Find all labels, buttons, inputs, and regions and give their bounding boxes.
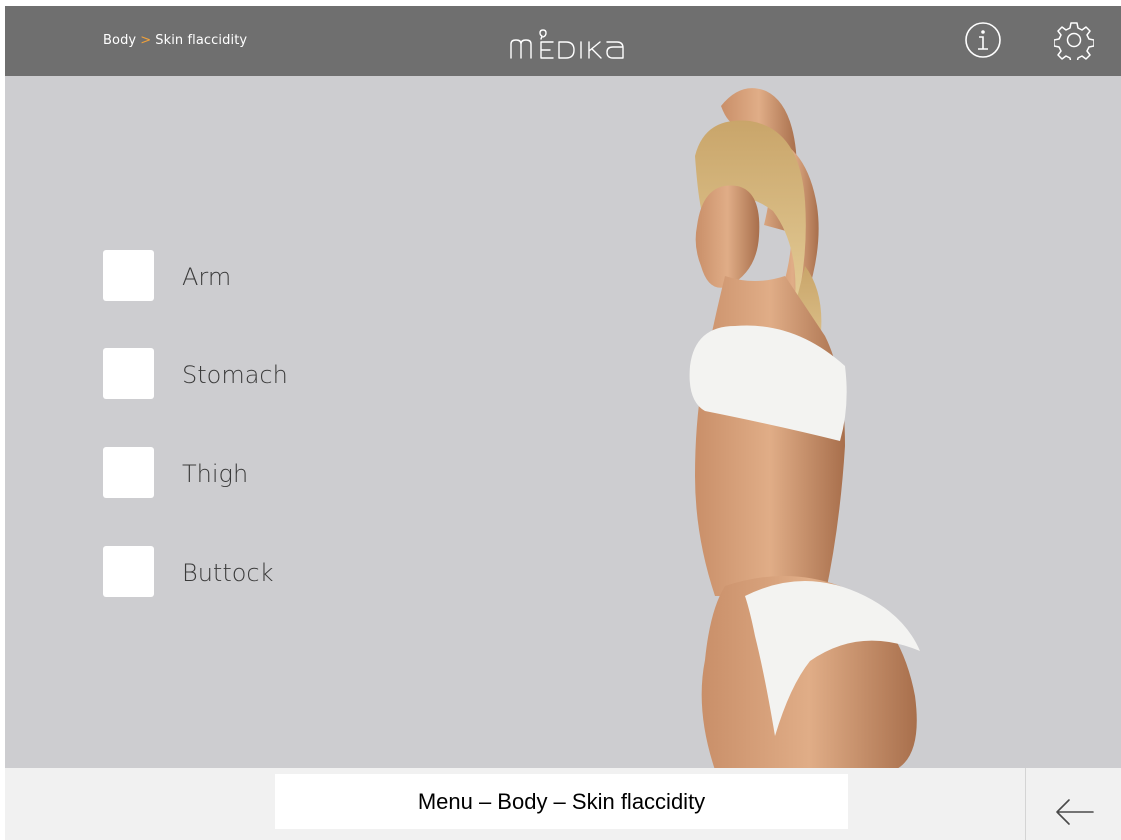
option-thigh[interactable]: Thigh [103, 447, 363, 499]
footer-divider [1025, 768, 1026, 840]
caption-box: Menu – Body – Skin flaccidity [275, 774, 848, 829]
thigh-checkbox[interactable] [103, 447, 154, 498]
body-photo [655, 76, 985, 770]
buttock-label: Buttock [182, 559, 274, 587]
gear-icon [1053, 22, 1095, 64]
app-screen: Body > Skin flaccidity Arm Stomach Thigh… [5, 6, 1121, 840]
breadcrumb-separator: > [140, 33, 152, 48]
screen-caption: Menu – Body – Skin flaccidity [417, 789, 706, 814]
arm-label: Arm [182, 263, 232, 291]
top-bar: Body > Skin flaccidity [5, 6, 1121, 76]
stomach-checkbox[interactable] [103, 348, 154, 399]
stomach-label: Stomach [182, 361, 288, 389]
breadcrumb-root[interactable]: Body [103, 33, 136, 48]
medika-logo [507, 26, 633, 62]
back-button[interactable] [1045, 792, 1105, 832]
settings-button[interactable] [1053, 20, 1095, 64]
info-button[interactable] [963, 20, 1003, 60]
woman-silhouette-image [689, 88, 920, 770]
breadcrumb: Body > Skin flaccidity [103, 33, 247, 48]
option-arm[interactable]: Arm [103, 250, 363, 302]
info-icon [965, 22, 1001, 58]
arrow-left-icon [1056, 799, 1094, 825]
medika-logo-mark [510, 29, 624, 59]
breadcrumb-current: Skin flaccidity [155, 33, 248, 48]
option-stomach[interactable]: Stomach [103, 348, 363, 400]
bottom-bar: Menu – Body – Skin flaccidity [5, 768, 1121, 840]
buttock-checkbox[interactable] [103, 546, 154, 597]
thigh-label: Thigh [182, 460, 249, 488]
arm-checkbox[interactable] [103, 250, 154, 301]
option-buttock[interactable]: Buttock [103, 546, 363, 598]
